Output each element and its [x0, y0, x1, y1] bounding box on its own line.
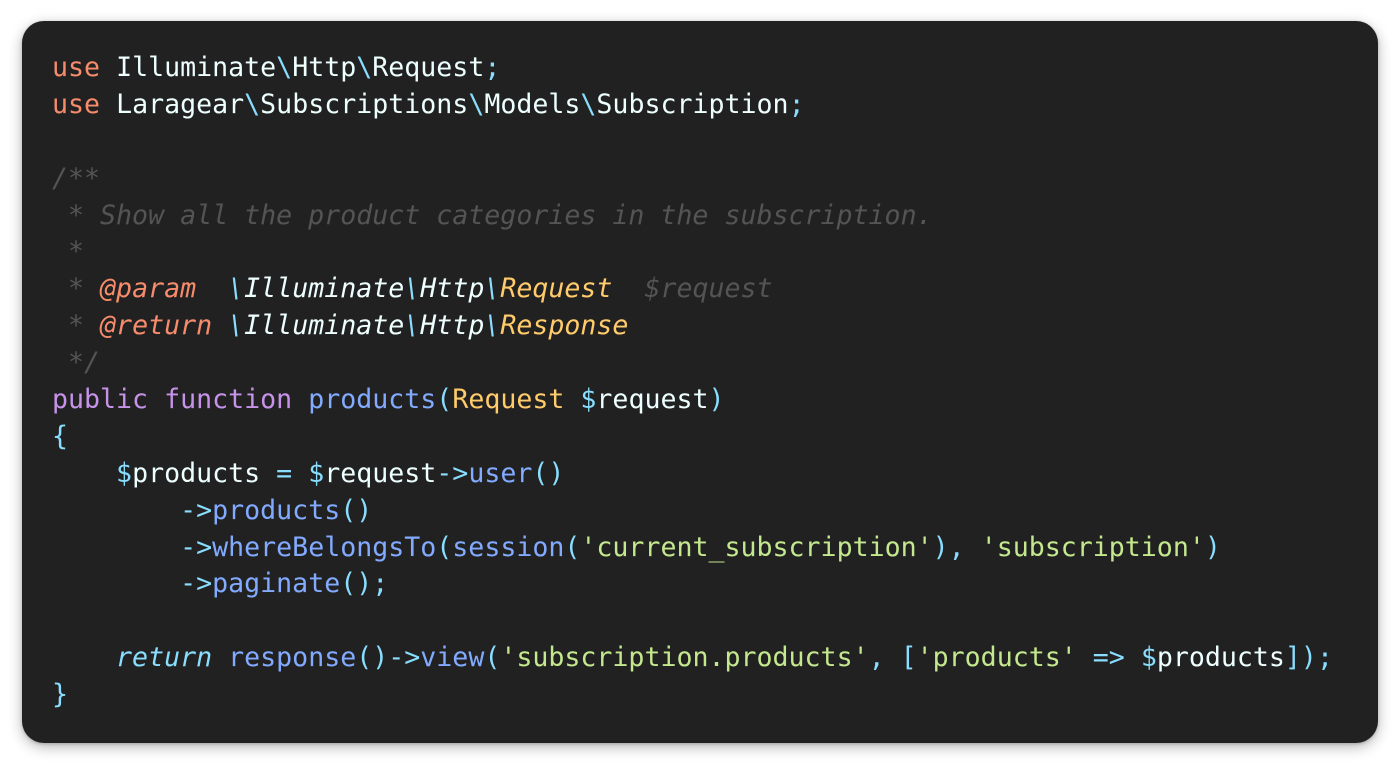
code-line-5: * Show all the product categories in the…	[52, 198, 1333, 235]
visibility-keyword: public	[52, 384, 149, 416]
doc-param-ns: Http	[420, 273, 485, 305]
call-user: user	[468, 457, 533, 489]
code-line-6: *	[52, 234, 1333, 271]
code-line-8: * @return \Illuminate\Http\Response	[52, 310, 629, 342]
call-paginate: paginate	[212, 568, 341, 600]
doc-comment-description: * Show all the product categories in the…	[52, 199, 933, 231]
function-name: products	[308, 384, 437, 416]
code-line-4: /**	[52, 161, 1333, 198]
request-var: request	[324, 457, 437, 489]
doc-return-type: Response	[500, 310, 629, 342]
code-line-10: public function products(Request $reques…	[52, 384, 725, 416]
code-line-9: */	[52, 345, 1333, 382]
code-line-18: }	[52, 679, 69, 711]
call-view: view	[420, 642, 485, 674]
call-response: response	[228, 642, 357, 674]
namespace-part: Subscriptions	[260, 88, 469, 120]
call-products: products	[212, 494, 341, 526]
use-keyword: use	[52, 88, 101, 120]
code-line-14: ->whereBelongsTo(session('current_subscr…	[180, 531, 1221, 563]
doc-return-tag: @return	[100, 310, 213, 342]
param-var: request	[596, 384, 709, 416]
doc-param-tag: @param	[100, 273, 197, 305]
call-where-belongs-to: whereBelongsTo	[212, 531, 437, 563]
data-var: products	[1156, 642, 1285, 674]
doc-comment-close: */	[52, 347, 101, 379]
relation-string: 'subscription'	[980, 531, 1205, 563]
doc-param-ns: Illuminate	[244, 273, 405, 305]
namespace-part: Models	[484, 88, 581, 120]
code-line-11: {	[52, 420, 69, 452]
code-line-7: * @param \Illuminate\Http\Request $reque…	[52, 273, 773, 305]
use-keyword: use	[52, 52, 101, 83]
session-key-string: 'current_subscription'	[580, 531, 933, 563]
code-line-15: ->paginate();	[180, 568, 389, 600]
code-line-17: return response()->view('subscription.pr…	[116, 642, 1333, 674]
view-name-string: 'subscription.products'	[500, 642, 869, 674]
doc-comment-open: /**	[52, 162, 101, 194]
return-keyword: return	[116, 642, 213, 674]
doc-return-ns: Illuminate	[244, 310, 405, 342]
code-line-12: $products = $request->user()	[116, 457, 565, 489]
code-line-1: use Illuminate\Http\Request;	[52, 52, 501, 83]
namespace-part: Http	[292, 52, 357, 83]
data-key-string: 'products'	[916, 642, 1077, 674]
code-line-2: use Laragear\Subscriptions\Models\Subscr…	[52, 88, 805, 120]
imported-class: Request	[372, 52, 485, 83]
products-var: products	[132, 457, 261, 489]
doc-return-ns: Http	[420, 310, 485, 342]
code-block: use Illuminate\Http\Request; use Laragear…	[52, 50, 1333, 714]
code-line-13: ->products()	[180, 494, 373, 526]
namespace-part: Illuminate	[116, 52, 277, 83]
param-type: Request	[452, 384, 565, 416]
doc-param-type: Request	[500, 273, 613, 305]
function-keyword: function	[164, 384, 293, 416]
doc-comment-blank: *	[52, 236, 85, 268]
namespace-part: Laragear	[116, 88, 245, 120]
code-card: use Illuminate\Http\Request; use Laragear…	[22, 21, 1378, 743]
call-session: session	[452, 531, 565, 563]
imported-class: Subscription	[596, 88, 789, 120]
doc-param-var: $request	[644, 273, 773, 305]
